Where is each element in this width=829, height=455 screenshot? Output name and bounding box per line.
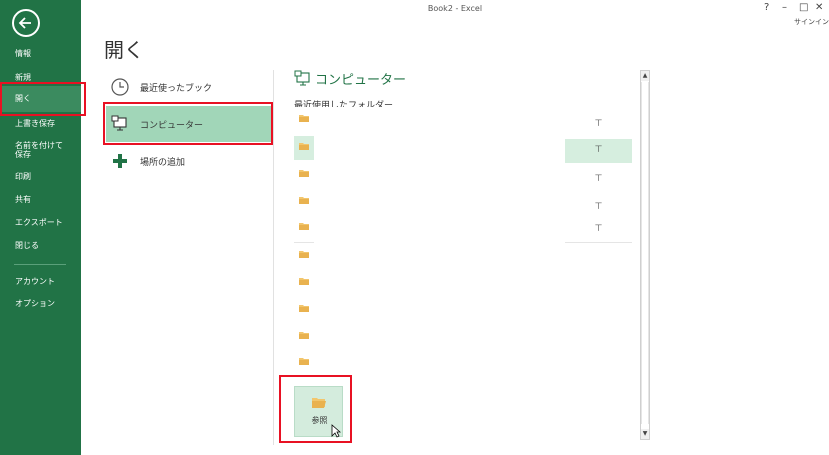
nav-account[interactable]: アカウント (0, 277, 81, 287)
nav-share[interactable]: 共有 (0, 195, 81, 205)
pin-button[interactable]: ⊤ (565, 168, 632, 192)
recent-folder-row[interactable] (294, 190, 314, 214)
pin-icon: ⊤ (594, 202, 603, 212)
pin-button[interactable]: ⊤ (565, 113, 632, 137)
window-title: Book2 - Excel (427, 4, 483, 13)
pin-icon: ⊤ (594, 145, 603, 155)
annotation-box-browse (279, 375, 352, 443)
place-label: 最近使ったブック (140, 84, 213, 94)
folder-icon (299, 223, 309, 230)
computer-section-title: コンピューター (315, 73, 407, 88)
pin-icon: ⊤ (594, 119, 603, 129)
folder-icon (299, 278, 309, 285)
maximize-button[interactable]: □ (799, 2, 808, 13)
place-add-location[interactable]: 場所の追加 (106, 143, 272, 179)
minimize-button[interactable]: – (782, 2, 787, 13)
nav-close[interactable]: 閉じる (0, 241, 81, 251)
backstage-sidebar: 情報 新規 開く 上書き保存 名前を付けて 保存 印刷 共有 エクスポート 閉じ… (0, 0, 81, 455)
recent-folder-row[interactable] (294, 108, 314, 132)
recent-folder-row[interactable] (294, 136, 314, 160)
recent-folders-title: 最近使用したフォルダー (294, 101, 394, 107)
recent-folder-row[interactable] (294, 351, 314, 375)
signin-link[interactable]: サインイン (794, 17, 829, 27)
folder-icon (299, 115, 309, 122)
recent-folder-row[interactable] (294, 271, 314, 295)
place-recent-workbooks[interactable]: 最近使ったブック (106, 69, 272, 105)
recent-folder-row[interactable] (294, 244, 314, 268)
recent-folder-row[interactable] (294, 216, 314, 240)
plus-icon (113, 154, 127, 168)
recent-folder-row[interactable] (294, 163, 314, 187)
folder-icon (299, 305, 309, 312)
scroll-up-arrow-icon[interactable]: ▲ (641, 71, 649, 81)
folder-icon (299, 251, 309, 258)
help-button[interactable]: ? (764, 2, 769, 13)
nav-print[interactable]: 印刷 (0, 172, 81, 182)
nav-export[interactable]: エクスポート (0, 218, 81, 228)
scroll-down-arrow-icon[interactable]: ▼ (641, 429, 649, 439)
computer-icon (294, 70, 310, 86)
recent-folders-separator (294, 242, 314, 243)
back-button[interactable] (12, 9, 40, 37)
panel-divider (273, 70, 274, 445)
back-arrow-icon (18, 17, 31, 29)
folder-icon (299, 197, 309, 204)
nav-save-as-line2[interactable]: 保存 (0, 150, 81, 160)
clock-icon (111, 78, 129, 96)
scrollbar-thumb[interactable] (641, 82, 649, 424)
annotation-box-open (0, 82, 86, 116)
recent-folder-row[interactable] (294, 298, 314, 322)
nav-separator (14, 264, 66, 265)
place-label: 場所の追加 (140, 158, 186, 168)
pin-button[interactable]: ⊤ (565, 196, 632, 220)
folder-icon (299, 170, 309, 177)
pin-icon: ⊤ (594, 224, 603, 234)
nav-save[interactable]: 上書き保存 (0, 119, 81, 129)
pin-separator (565, 242, 632, 243)
pin-icon: ⊤ (594, 174, 603, 184)
nav-options[interactable]: オプション (0, 299, 81, 309)
excel-backstage-open: 情報 新規 開く 上書き保存 名前を付けて 保存 印刷 共有 エクスポート 閉じ… (0, 0, 829, 455)
title-bar: Book2 - Excel (81, 0, 829, 20)
mouse-cursor-icon (331, 424, 341, 438)
annotation-box-computer (103, 102, 273, 145)
pin-button[interactable]: ⊤ (565, 139, 632, 163)
folder-icon (299, 332, 309, 339)
page-title: 開く (104, 38, 144, 62)
folder-icon (299, 358, 309, 365)
nav-info[interactable]: 情報 (0, 49, 81, 59)
pin-button[interactable]: ⊤ (565, 218, 632, 242)
close-button[interactable]: ✕ (815, 2, 823, 13)
folder-icon (299, 143, 309, 150)
recent-folder-row[interactable] (294, 325, 314, 349)
